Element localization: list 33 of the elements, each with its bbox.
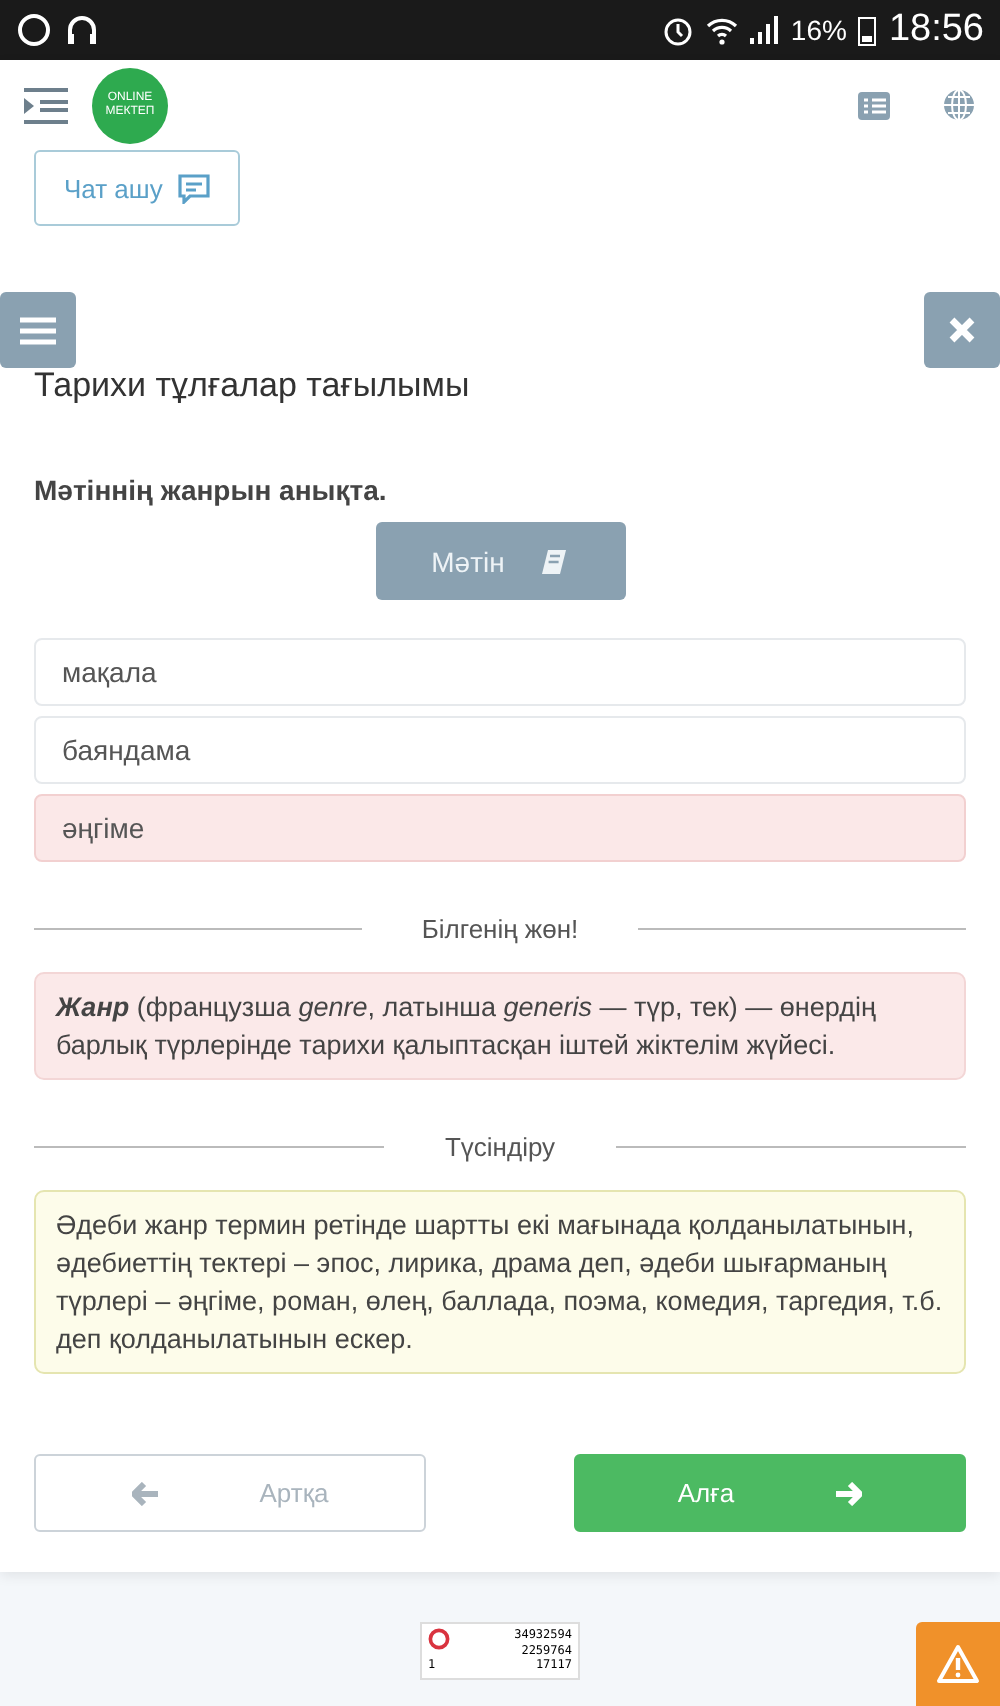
lesson-title: Тарихи тұлғалар тағылымы	[34, 366, 472, 406]
next-button[interactable]: Алға	[574, 1454, 966, 1532]
arrow-left-icon	[131, 1481, 160, 1505]
arrow-right-icon	[834, 1481, 863, 1505]
signal-icon	[750, 14, 779, 46]
section-heading: Түсіндіру	[442, 1132, 558, 1162]
text-button[interactable]: Мәтін	[375, 522, 625, 600]
chat-icon	[178, 173, 211, 203]
menu-button[interactable]	[0, 292, 76, 368]
battery-icon	[858, 14, 877, 46]
book-icon	[540, 547, 569, 575]
headphones-icon	[64, 12, 100, 48]
alarm-clock-icon	[662, 14, 695, 46]
fact-note: Жанр (французша genre, латынша generis — түр, тек) — өнердің барлық түрлерінде тарихи қалыптасқан іштей жіктелім жүйесі.	[34, 972, 966, 1080]
menu-icon	[20, 315, 56, 345]
ring-icon	[428, 1628, 450, 1650]
question-text: Мәтіннің жанрын анықта.	[34, 474, 389, 506]
wifi-icon	[706, 14, 739, 46]
answer-option[interactable]: әңгіме	[34, 794, 966, 862]
close-button[interactable]	[924, 292, 1000, 368]
section-heading: Білгенің жөн!	[419, 914, 581, 944]
chat-button[interactable]: Чат ашу	[34, 150, 241, 226]
list-icon[interactable]	[858, 91, 890, 119]
clock-time: 18:56	[888, 8, 984, 52]
menu-collapse-icon[interactable]	[24, 87, 68, 123]
warning-icon	[936, 1644, 980, 1684]
close-icon	[948, 316, 976, 344]
globe-icon[interactable]	[942, 88, 976, 122]
warning-button[interactable]	[916, 1622, 1000, 1706]
answer-option[interactable]: мақала	[34, 638, 966, 706]
answer-option[interactable]: баяндама	[34, 716, 966, 784]
explanation-note: Әдеби жанр термин ретінде шартты екі мағынада қолданылатынын, әдебиеттің тектері – эпос, лирика, драма деп, әдеби шығарманың түрлері – әңгіме, роман, өлең, баллада, поэма, комедия, таргедия, т.б. деп қолданылатынын ескер.	[34, 1190, 966, 1374]
battery-percent: 16%	[790, 14, 847, 46]
